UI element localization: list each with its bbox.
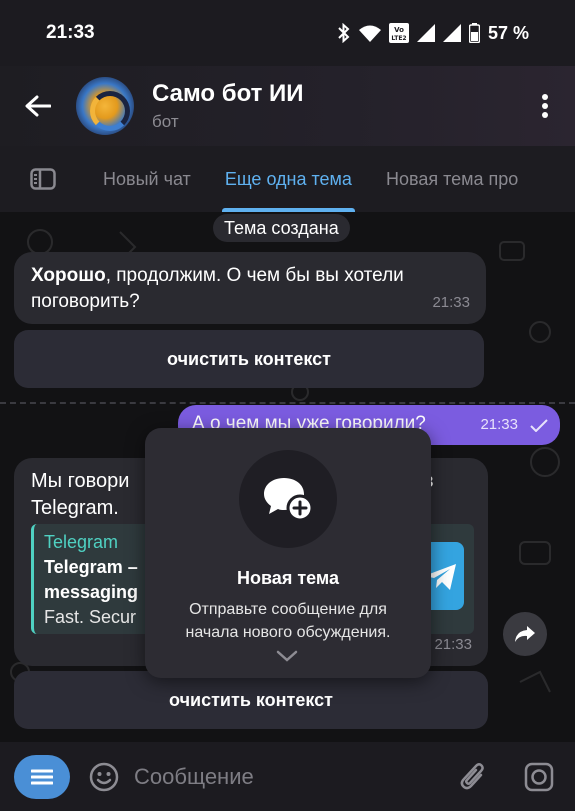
attach-button[interactable]	[451, 761, 495, 793]
service-message: Тема создана	[213, 214, 350, 242]
share-button[interactable]	[503, 612, 547, 656]
message-time: 21:33	[480, 416, 518, 433]
message-bold-text: Хорошо	[31, 265, 106, 286]
sidebar-panel-icon	[30, 168, 56, 190]
arrow-left-icon	[25, 95, 51, 117]
battery-percent: 57 %	[487, 22, 529, 43]
volte-icon: Vo LTE2	[388, 23, 409, 43]
message-time: 21:33	[432, 294, 470, 311]
chat-subtitle: бот	[152, 112, 179, 131]
popup-description-line: Отправьте сообщение для	[189, 601, 387, 618]
popup-title: Новая тема	[236, 568, 339, 588]
message-input[interactable]	[134, 763, 451, 790]
svg-text:LTE2: LTE2	[391, 35, 406, 42]
chat-title: Само бот ИИ	[152, 80, 304, 107]
clear-context-button[interactable]: очистить контекст	[14, 330, 484, 388]
back-button[interactable]	[0, 66, 76, 146]
message-text: , продолжим. О чем бы вы хотели	[105, 265, 404, 286]
battery-icon	[468, 23, 480, 43]
tab-new-topic[interactable]: Новая тема про	[369, 146, 535, 212]
check-icon	[530, 419, 548, 432]
chat-header: Само бот ИИ бот	[0, 66, 575, 146]
popup-description: Отправьте сообщение для начала нового об…	[145, 598, 431, 644]
wifi-icon	[358, 24, 381, 42]
message-input-bar	[0, 742, 575, 811]
more-vertical-icon	[542, 94, 548, 118]
bluetooth-icon	[337, 23, 351, 43]
divider	[0, 402, 575, 404]
popup-description-line: начала нового обсуждения.	[185, 624, 391, 641]
more-menu-button[interactable]	[515, 66, 575, 146]
camera-button[interactable]	[517, 762, 561, 792]
new-topic-popup[interactable]: Новая тема Отправьте сообщение для начал…	[145, 428, 431, 678]
message-text: Telegram.	[31, 497, 119, 519]
message-time: 21:33	[434, 636, 472, 653]
topics-tabs: Новый чат Еще одна тема Новая тема про	[0, 146, 575, 212]
chat-bubble-add-icon	[264, 478, 314, 522]
clear-context-button[interactable]: очистить контекст	[14, 671, 488, 729]
bot-menu-button[interactable]	[14, 754, 70, 799]
menu-icon	[31, 769, 53, 784]
status-time: 21:33	[46, 22, 95, 43]
camera-icon	[524, 762, 554, 791]
status-bar: 21:33 Vo LTE2 57 %	[0, 0, 575, 66]
tab-new-chat[interactable]: Новый чат	[86, 146, 208, 212]
message-text: Мы говори	[31, 470, 130, 492]
svg-text:Vo: Vo	[394, 26, 404, 34]
paperclip-icon	[460, 762, 484, 789]
status-icons: Vo LTE2 57 %	[337, 23, 529, 44]
share-arrow-icon	[515, 626, 535, 642]
signal-icon	[416, 24, 435, 42]
message-text: поговорить?	[31, 291, 140, 312]
chat-title-block[interactable]: Само бот ИИ бот	[152, 80, 515, 132]
avatar[interactable]	[76, 77, 134, 135]
emoji-button[interactable]	[88, 761, 120, 793]
incoming-message[interactable]: Хорошо, продолжим. О чем бы вы хотели по…	[14, 252, 486, 324]
popup-icon-container	[239, 450, 337, 548]
signal-icon	[442, 24, 461, 42]
chevron-down-icon	[276, 650, 298, 662]
tab-another-topic[interactable]: Еще одна тема	[208, 146, 369, 212]
smile-icon	[89, 762, 119, 791]
topics-sidebar-button[interactable]	[0, 168, 86, 190]
